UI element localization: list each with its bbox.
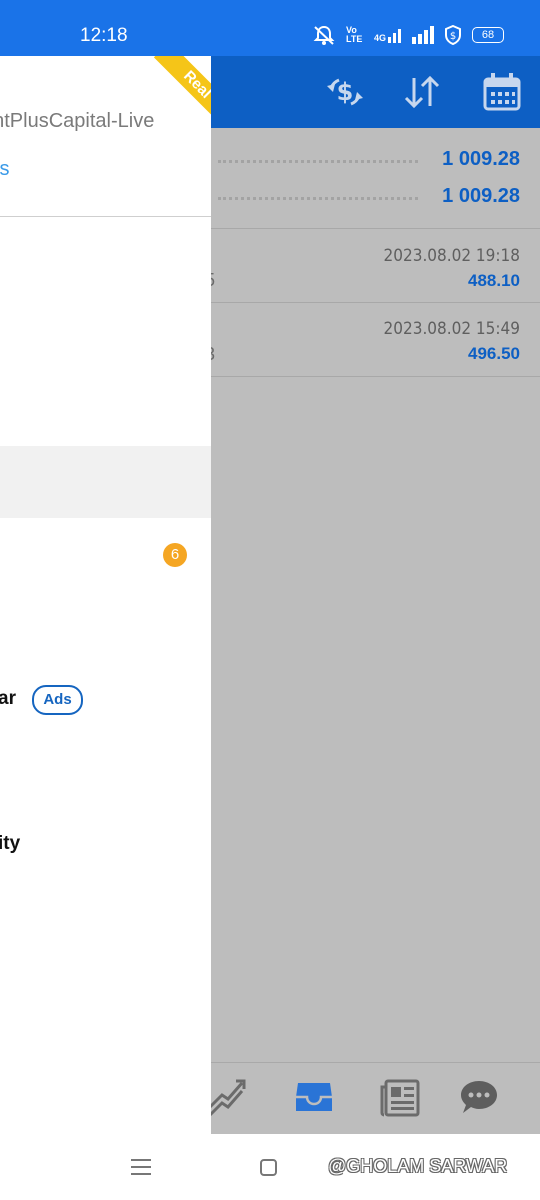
drawer-item-selected[interactable] [0,446,211,518]
sort-icon[interactable] [402,72,442,112]
signal-icon [412,26,435,44]
news-icon[interactable] [380,1077,420,1117]
history-price: 496.50 [468,344,520,363]
mailbox-badge: 6 [163,543,187,567]
leader-dots [218,160,418,163]
status-time: 12:18 [80,25,128,46]
4g-signal-icon: 4G [374,27,402,43]
svg-text:$: $ [450,31,456,42]
shield-icon: $ [445,25,462,45]
history-price: 488.10 [468,271,520,290]
svg-text:$: $ [337,78,354,106]
drawer-item-calendar[interactable]: ar [0,688,16,710]
drawer-divider [0,216,211,217]
ads-badge: Ads [32,685,83,715]
divider [211,302,540,303]
history-datetime: 2023.08.02 15:49 [383,319,520,339]
battery-icon: 68 [472,27,505,43]
history-datetime: 2023.08.02 19:18 [383,246,520,266]
volte-icon: Vo LTE [346,25,363,44]
currency-exchange-icon[interactable]: $ [325,72,365,112]
manage-accounts-link[interactable]: ts [0,158,10,181]
summary-value: 1 009.28 [442,148,520,170]
navigation-drawer [0,56,211,1134]
trade-icon[interactable] [208,1077,248,1117]
divider [211,228,540,229]
mute-icon [313,25,335,45]
ribbon-label: Real [153,56,211,126]
drawer-item-community[interactable]: ity [0,833,20,855]
chat-icon[interactable] [459,1077,499,1117]
home-icon[interactable] [260,1159,277,1176]
leader-dots [218,197,418,200]
status-icons: Vo LTE 4G $ 68 [312,24,505,46]
summary-value: 1 009.28 [442,185,520,207]
divider [211,376,540,377]
server-name: ghtPlusCapital-Live [0,110,155,132]
menu-icon[interactable] [131,1158,151,1176]
history-icon[interactable] [294,1077,334,1117]
watermark: @GHOLAM SARWAR [328,1156,508,1176]
calendar-icon[interactable] [482,72,522,112]
